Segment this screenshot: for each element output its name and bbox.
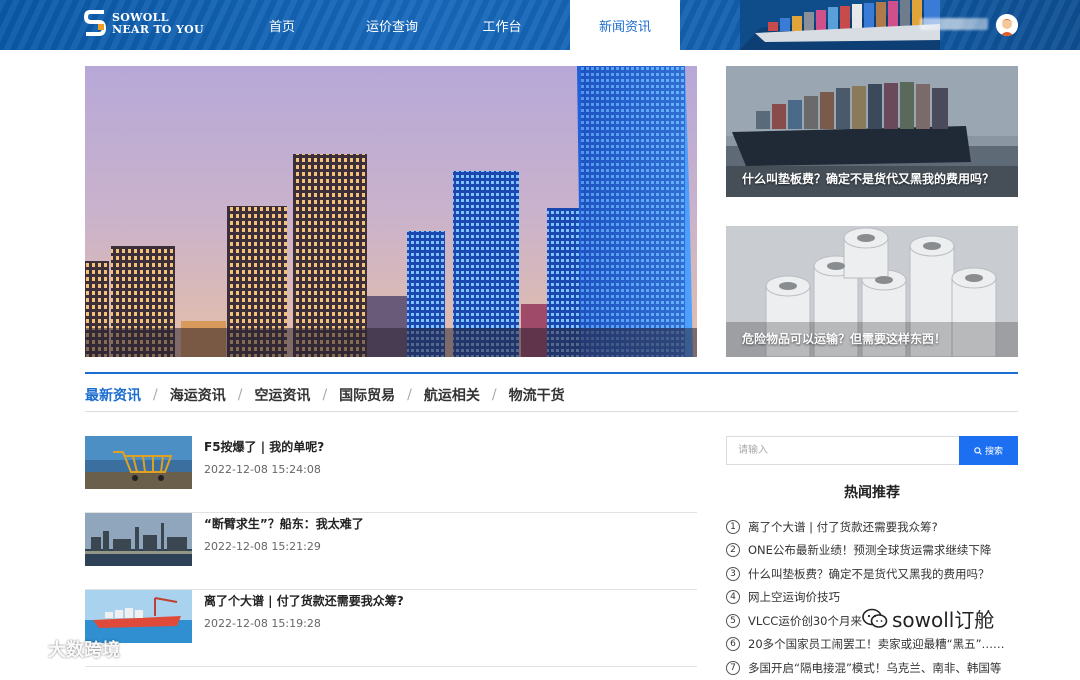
news-title[interactable]: “断臂求生”？船东：我太难了	[204, 515, 364, 532]
tab-separator: /	[153, 387, 158, 403]
logo-line-2: NEAR TO YOU	[112, 23, 204, 36]
container-ship-banner-art	[740, 0, 940, 50]
industrial-port-photo-icon	[85, 513, 192, 566]
watermark-sowoll: sowoll订舱	[862, 604, 994, 633]
news-time: 2022-12-08 15:24:08	[204, 463, 321, 476]
logo-text: SOWOLL NEAR TO YOU	[112, 12, 204, 36]
tabs-bottom-divider	[85, 411, 1018, 412]
nav-news[interactable]: 新闻资讯	[570, 0, 680, 50]
news-title[interactable]: F5按爆了 | 我的单呢?	[204, 438, 324, 455]
news-thumbnail	[85, 436, 192, 489]
nav-home[interactable]: 首页	[232, 0, 332, 50]
hot-news-rank: 4	[726, 590, 740, 605]
hot-news-rank: 3	[726, 566, 740, 581]
hot-news-list: 1 离了个大谱 | 付了货款还需要我众筹? 2 ONE公布最新业绩！预测全球货运需求…	[726, 515, 1046, 680]
tab-separator: /	[322, 387, 328, 403]
tab-separator: /	[237, 387, 243, 403]
news-search: 搜索	[726, 436, 1018, 465]
search-input[interactable]	[726, 436, 959, 465]
hot-news-item[interactable]: 6 20多个国家员工闹罢工！卖家或迎最糟“黑五”……	[726, 633, 1046, 657]
search-button[interactable]: 搜索	[959, 436, 1018, 465]
hot-news-rank: 6	[726, 637, 740, 652]
news-thumbnail	[85, 513, 192, 566]
nav-rate-query[interactable]: 运价查询	[342, 0, 442, 50]
nav-workbench[interactable]: 工作台	[452, 0, 552, 50]
news-list-item[interactable]: “断臂求生”？船东：我太难了 2022-12-08 15:21:29	[85, 513, 697, 590]
hero-banner-city-skyline[interactable]	[85, 66, 697, 357]
hot-news-title: 热闻推荐	[844, 485, 900, 501]
tab-latest-news[interactable]: 最新资讯	[85, 385, 141, 405]
side-card-dangerous-goods[interactable]: 危险物品可以运输？但需要这样东西！	[726, 226, 1018, 357]
tab-ocean-news[interactable]: 海运资讯	[170, 385, 226, 405]
hot-news-rank: 1	[726, 519, 740, 534]
hot-news-text: VLCC运价创30个月来	[748, 613, 862, 628]
hot-news-text: 20多个国家员工闹罢工！卖家或迎最糟“黑五”……	[748, 637, 1005, 652]
hot-news-rank: 2	[726, 543, 740, 558]
user-avatar-icon	[996, 14, 1018, 36]
watermark-dashu: 大数跨境	[10, 636, 120, 662]
hot-news-item[interactable]: 3 什么叫垫板费？确定不是货代又黑我的费用吗？	[726, 562, 1046, 586]
watermark-dashu-text: 大数跨境	[48, 640, 120, 661]
hot-news-item[interactable]: 2 ONE公布最新业绩！预测全球货运需求继续下降	[726, 539, 1046, 563]
hot-news-text: 什么叫垫板费？确定不是货代又黑我的费用吗？	[748, 566, 990, 581]
hot-news-text: 网上空运询价技巧	[748, 590, 840, 605]
main-nav: 首页 运价查询 工作台 新闻资讯	[232, 0, 690, 50]
news-time: 2022-12-08 15:19:28	[204, 617, 321, 630]
side-card-caption: 危险物品可以运输？但需要这样东西！	[742, 332, 947, 346]
news-list-item[interactable]: F5按爆了 | 我的单呢? 2022-12-08 15:24:08	[85, 436, 697, 513]
tab-logistics-tips[interactable]: 物流干货	[509, 385, 565, 405]
category-tabs: 最新资讯 / 海运资讯 / 空运资讯 / 国际贸易 / 航运相关 / 物流干货	[85, 385, 565, 405]
tabs-top-divider	[85, 372, 1018, 374]
logo[interactable]: SOWOLL NEAR TO YOU	[84, 10, 204, 38]
tab-air-news[interactable]: 空运资讯	[254, 385, 310, 405]
search-icon	[974, 446, 982, 455]
sowoll-logo-icon	[84, 10, 106, 36]
tab-separator: /	[491, 387, 497, 403]
shopping-cart-photo-icon	[85, 436, 192, 489]
hot-news-item[interactable]: 1 离了个大谱 | 付了货款还需要我众筹?	[726, 515, 1046, 539]
side-card-pallet-fee[interactable]: 什么叫垫板费？确定不是货代又黑我的费用吗？	[726, 66, 1018, 197]
tab-separator: /	[407, 387, 412, 403]
top-navigation-bar: SOWOLL NEAR TO YOU 首页 运价查询 工作台 新闻资讯	[0, 0, 1080, 50]
username-blurred[interactable]	[920, 18, 988, 30]
tab-shipping-related[interactable]: 航运相关	[424, 385, 480, 405]
wechat-icon	[862, 608, 888, 628]
city-skyline-image	[85, 66, 697, 357]
dashu-logo-icon	[12, 641, 41, 657]
news-list-item[interactable]: 离了个大谱 | 付了货款还需要我众筹? 2022-12-08 15:19:28	[85, 590, 697, 667]
avatar[interactable]	[996, 14, 1018, 36]
watermark-sowoll-text: sowoll订舱	[892, 608, 995, 632]
hot-news-rank: 5	[726, 613, 740, 628]
tab-international-trade[interactable]: 国际贸易	[339, 385, 395, 405]
news-time: 2022-12-08 15:21:29	[204, 540, 321, 553]
search-button-label: 搜索	[984, 447, 1003, 457]
side-card-caption: 什么叫垫板费？确定不是货代又黑我的费用吗？	[742, 172, 995, 186]
news-title[interactable]: 离了个大谱 | 付了货款还需要我众筹?	[204, 592, 404, 609]
hot-news-text: ONE公布最新业绩！预测全球货运需求继续下降	[748, 543, 992, 558]
hot-news-text: 离了个大谱 | 付了货款还需要我众筹?	[748, 519, 938, 534]
